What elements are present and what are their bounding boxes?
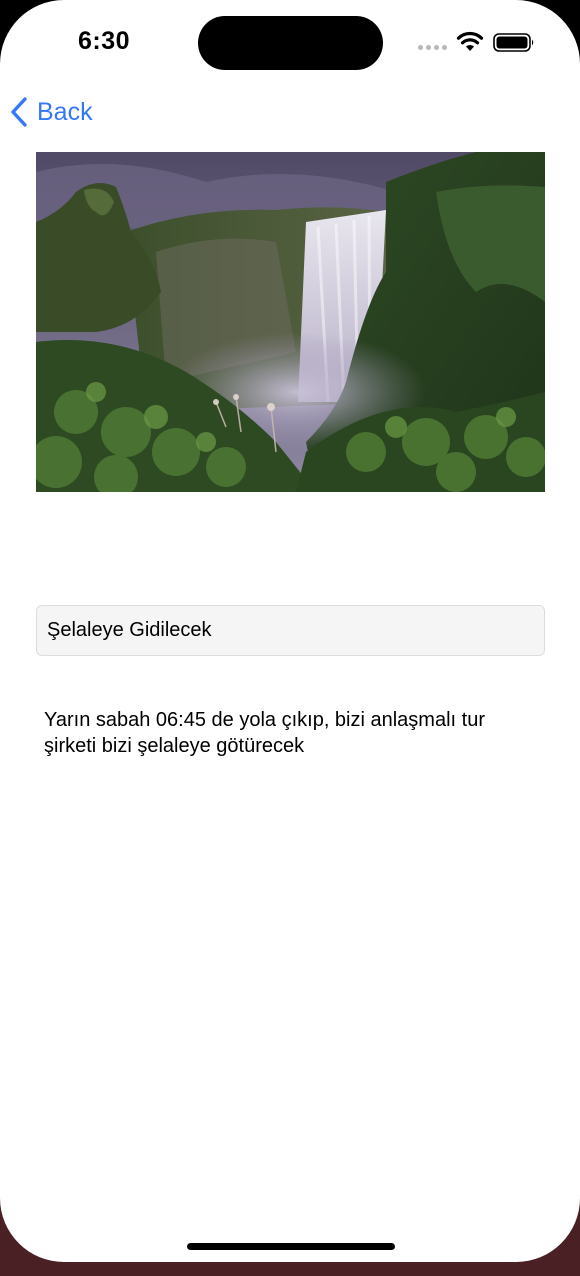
signal-icon [418,44,448,52]
navigation-bar: Back [0,84,580,140]
device-frame: 6:30 Back Şelaleye Gidilecek Yarın sabah… [0,0,580,1276]
wifi-icon [456,31,484,51]
waterfall-illustration [36,152,545,492]
app-screen: 6:30 Back Şelaleye Gidilecek Yarın sabah… [0,0,580,1262]
dynamic-island [198,16,383,70]
home-indicator[interactable] [187,1243,395,1250]
title-field[interactable] [36,605,545,656]
back-button-label: Back [37,97,93,126]
waterfall-photo [36,152,545,492]
battery-icon [493,33,534,52]
status-bar: 6:30 [0,0,580,84]
status-time: 6:30 [78,27,131,55]
back-button[interactable]: Back [10,94,93,130]
chevron-left-icon [11,97,27,127]
description-text: Yarın sabah 06:45 de yola çıkıp, bizi an… [44,709,485,757]
